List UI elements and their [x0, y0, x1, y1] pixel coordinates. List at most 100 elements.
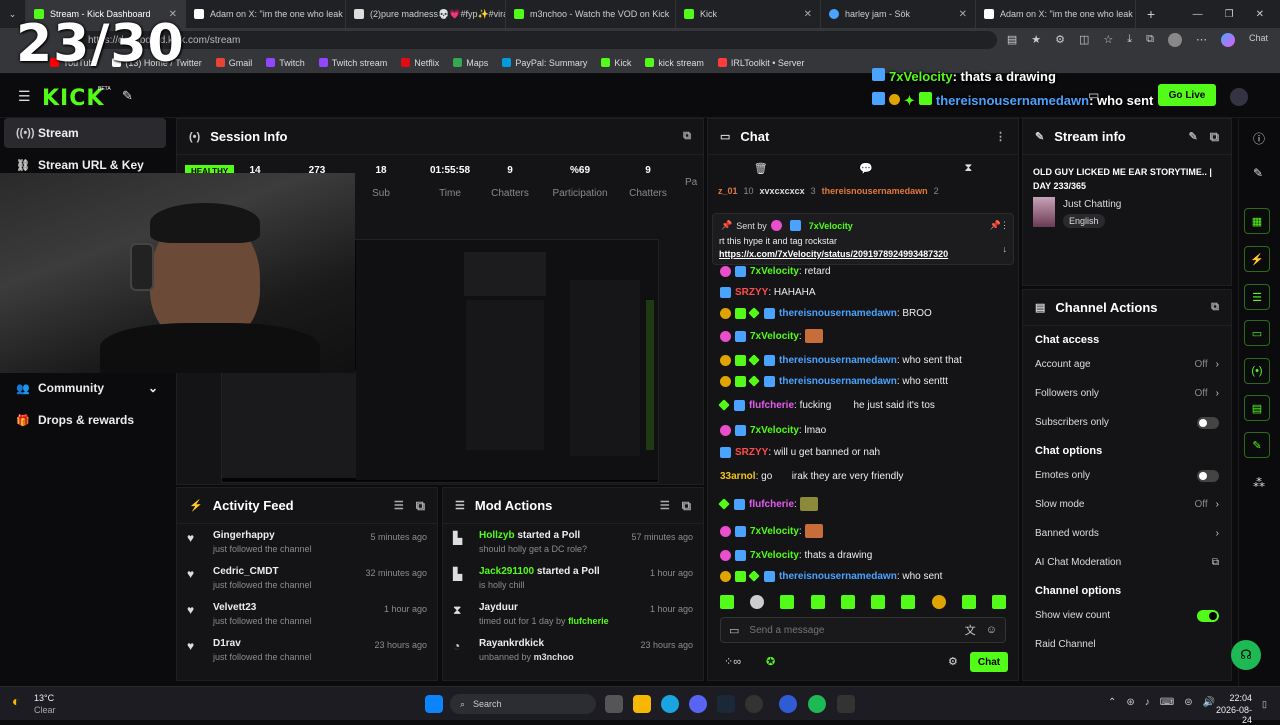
discord-icon[interactable] [689, 695, 707, 713]
category-label[interactable]: Just Chatting [1063, 199, 1121, 210]
chat-username[interactable]: SRZYY [735, 447, 768, 458]
chat-input[interactable] [749, 624, 959, 636]
taskbar-search[interactable]: ⌕ Search [450, 694, 596, 714]
emote-icon[interactable] [840, 595, 855, 609]
kick-logo[interactable]: KICK [42, 86, 104, 111]
collections-icon[interactable]: ⧉ [1146, 33, 1154, 47]
chat-username[interactable]: flufcherie [749, 400, 794, 411]
bolt-icon[interactable]: ⚡ [1244, 246, 1270, 272]
popout-icon[interactable]: ⧉ [1210, 129, 1219, 145]
favorites-icon[interactable]: ☆ [1103, 33, 1113, 47]
pinned-link[interactable]: https://x.com/7xVelocity/status/20919789… [719, 249, 948, 259]
chat-username[interactable]: 33arnol [720, 471, 756, 482]
chat-username[interactable]: thereisnousernamedawn [779, 355, 897, 366]
bookmark-kick-stream[interactable]: kick stream [645, 58, 704, 68]
followers-only-row[interactable]: Followers only Off › [1023, 379, 1231, 408]
support-button[interactable]: ☊ [1231, 640, 1261, 670]
tab-1[interactable]: Adam on X: "im the one who leak✕ [186, 0, 346, 28]
chat-label[interactable]: Chat [1249, 33, 1268, 47]
emote-icon[interactable] [720, 595, 734, 609]
popout-icon[interactable]: ⧉ [682, 498, 691, 514]
extension-icon[interactable]: ⚙ [1055, 33, 1065, 47]
pinned-user[interactable]: 7xVelocity [809, 221, 853, 231]
translate-icon[interactable]: 文 [965, 622, 976, 638]
raid-channel-row[interactable]: Raid Channel [1023, 630, 1231, 659]
tab-2[interactable]: (2)pure madness💀💗#fyp✨#viral✕ [346, 0, 506, 28]
restore-icon[interactable]: ❐ [1225, 9, 1234, 20]
terminal-icon[interactable] [837, 695, 855, 713]
bookmark-netflix[interactable]: Netflix [401, 58, 439, 68]
sidebar-item-stream[interactable]: ((•)) Stream [4, 118, 166, 148]
hourglass-icon[interactable]: ⧗ [965, 162, 973, 175]
tab-6[interactable]: Adam on X: "im the one who leak✕ [976, 0, 1136, 28]
steam-icon[interactable] [717, 695, 735, 713]
avatar[interactable] [1230, 88, 1248, 106]
bookmark-kick[interactable]: Kick [601, 58, 631, 68]
split-icon[interactable]: ◫ [1079, 33, 1089, 47]
subscribers-only-toggle[interactable] [1197, 416, 1219, 429]
clock-time[interactable]: 22:04 [1226, 693, 1252, 703]
download-icon[interactable]: ⤓ [1127, 33, 1132, 47]
top-chatter-name[interactable]: thereisnousernamedawn [822, 186, 928, 196]
expand-icon[interactable]: ↓ [1003, 244, 1008, 254]
hamburger-menu-icon[interactable]: ☰ [18, 88, 31, 105]
account-age-row[interactable]: Account age Off › [1023, 350, 1231, 379]
mod-user[interactable]: Rayankrdkick [479, 638, 544, 649]
ai-moderation-row[interactable]: AI Chat Moderation ⧉ [1023, 548, 1231, 577]
copilot-icon[interactable] [1220, 33, 1235, 47]
mod-user[interactable]: Jack291100 [479, 566, 534, 577]
new-tab-button[interactable]: + [1136, 0, 1166, 28]
edit-icon[interactable]: ✎ [1253, 166, 1263, 180]
emote-icon[interactable] [931, 595, 946, 609]
spotify-icon[interactable] [808, 695, 826, 713]
task-view-icon[interactable] [605, 695, 623, 713]
chat-username[interactable]: flufcherie [749, 499, 794, 510]
emote-icon[interactable] [780, 595, 795, 609]
emoji-icon[interactable]: ☺ [986, 624, 997, 636]
mod-user[interactable]: Hollzyb [479, 530, 515, 541]
weather-temp[interactable]: 13°C [34, 693, 54, 703]
chat-username[interactable]: thereisnousernamedawn [779, 376, 897, 387]
panels-icon[interactable]: ▤ [1244, 395, 1270, 421]
windows-start-icon[interactable] [425, 695, 443, 713]
tools-icon[interactable]: ✎ [122, 88, 133, 104]
chat-username[interactable]: thereisnousernamedawn [779, 308, 897, 319]
chat-username[interactable]: 7xVelocity [750, 425, 799, 436]
close-icon[interactable]: ✕ [798, 9, 812, 20]
chat-username[interactable]: SRZYY [735, 287, 768, 298]
top-chatter-name[interactable]: z_01 [718, 186, 738, 196]
popout-icon[interactable]: ⧉ [1211, 301, 1219, 314]
mod-user[interactable]: Jayduur [479, 602, 518, 613]
minimize-icon[interactable]: — [1193, 9, 1203, 20]
file-explorer-icon[interactable] [633, 695, 651, 713]
info-icon[interactable]: ⓘ [1253, 130, 1265, 147]
bookmark-gmail[interactable]: Gmail [215, 58, 252, 68]
speech-icon[interactable]: 💬 [859, 162, 873, 175]
kick-emote-icon[interactable]: ✪ [766, 655, 775, 668]
emotes-only-toggle[interactable] [1197, 469, 1219, 482]
tab-4[interactable]: Kick ✕ [676, 0, 821, 28]
url-field[interactable]: https://dashboard.kick.com/stream [76, 31, 997, 49]
more-icon[interactable]: ⋮ [1000, 220, 1009, 231]
wrench-icon[interactable]: ✎ [1244, 432, 1270, 458]
emote-icon[interactable] [750, 595, 765, 609]
tab-3[interactable]: m3nchoo - Watch the VOD on Kick✕ [506, 0, 676, 28]
list-icon[interactable]: ☰ [1244, 284, 1270, 310]
viewers-icon[interactable]: ⁘∞ [724, 655, 741, 668]
chat-username[interactable]: 7xVelocity [750, 550, 799, 561]
bookmark-maps[interactable]: Maps [453, 58, 488, 68]
mod-by[interactable]: flufcherie [568, 616, 609, 626]
emote-icon[interactable] [810, 595, 825, 609]
ea-icon[interactable] [779, 695, 797, 713]
more-icon[interactable]: ⋮ [995, 130, 1006, 143]
send-chat-button[interactable]: Chat [970, 652, 1008, 672]
emote-icon[interactable] [871, 595, 886, 609]
filter-icon[interactable]: ☰ [660, 499, 670, 512]
bookmark-irltoolkit[interactable]: IRLToolkit • Server [717, 58, 804, 68]
edit-icon[interactable]: ✎ [1188, 130, 1197, 143]
banned-words-row[interactable]: Banned words › [1023, 519, 1231, 548]
emote-icon[interactable] [901, 595, 916, 609]
sidebar-item-drops[interactable]: 🎁 Drops & rewards [4, 405, 166, 435]
close-icon[interactable]: ✕ [953, 9, 967, 20]
close-window-icon[interactable]: ✕ [1256, 9, 1264, 20]
